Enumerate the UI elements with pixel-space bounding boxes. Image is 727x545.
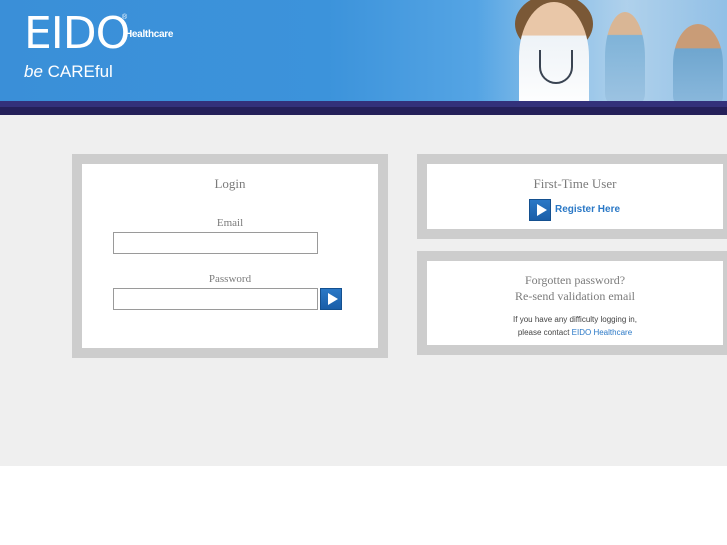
play-arrow-icon [328, 293, 338, 305]
stethoscope-icon [539, 50, 573, 84]
password-label: Password [208, 273, 252, 285]
play-arrow-icon [537, 204, 547, 216]
login-submit-button[interactable] [320, 288, 342, 310]
tagline-rest: CAREful [42, 62, 113, 81]
register-here-link[interactable]: Register Here [555, 204, 620, 215]
resend-validation-link[interactable]: Re-send validation email [427, 289, 723, 304]
tagline: be CAREful [24, 62, 113, 82]
first-time-user-panel: First-Time User Register Here [417, 154, 727, 239]
background-figure [673, 24, 723, 101]
forgotten-password-link[interactable]: Forgotten password? [427, 273, 723, 288]
header-photo [477, 0, 727, 101]
nav-bar [0, 101, 727, 115]
registered-mark: ® [122, 14, 128, 21]
contact-link[interactable]: EIDO Healthcare [572, 328, 632, 337]
first-time-title: First-Time User [533, 176, 617, 191]
email-label: Email [216, 217, 244, 229]
password-field[interactable] [113, 288, 318, 310]
background-figure [605, 12, 645, 101]
tagline-prefix: be [24, 62, 43, 81]
forgotten-password-panel: Forgotten password? Re-send validation e… [417, 251, 727, 355]
main-content: Login Email Password First-Time User Reg… [0, 115, 727, 466]
site-header: EIDO ® Healthcare be CAREful [0, 0, 727, 101]
login-title: Login [214, 176, 246, 191]
logo-subtitle: Healthcare [125, 29, 174, 40]
help-contact-prefix: please contact [517, 328, 572, 337]
eido-logo[interactable]: EIDO [24, 12, 130, 56]
help-text: If you have any difficulty logging in, [513, 315, 637, 324]
login-panel: Login Email Password [72, 154, 388, 358]
register-arrow-button[interactable] [529, 199, 551, 221]
help-contact-text: please contact EIDO Healthcare [427, 326, 723, 339]
email-field[interactable] [113, 232, 318, 254]
